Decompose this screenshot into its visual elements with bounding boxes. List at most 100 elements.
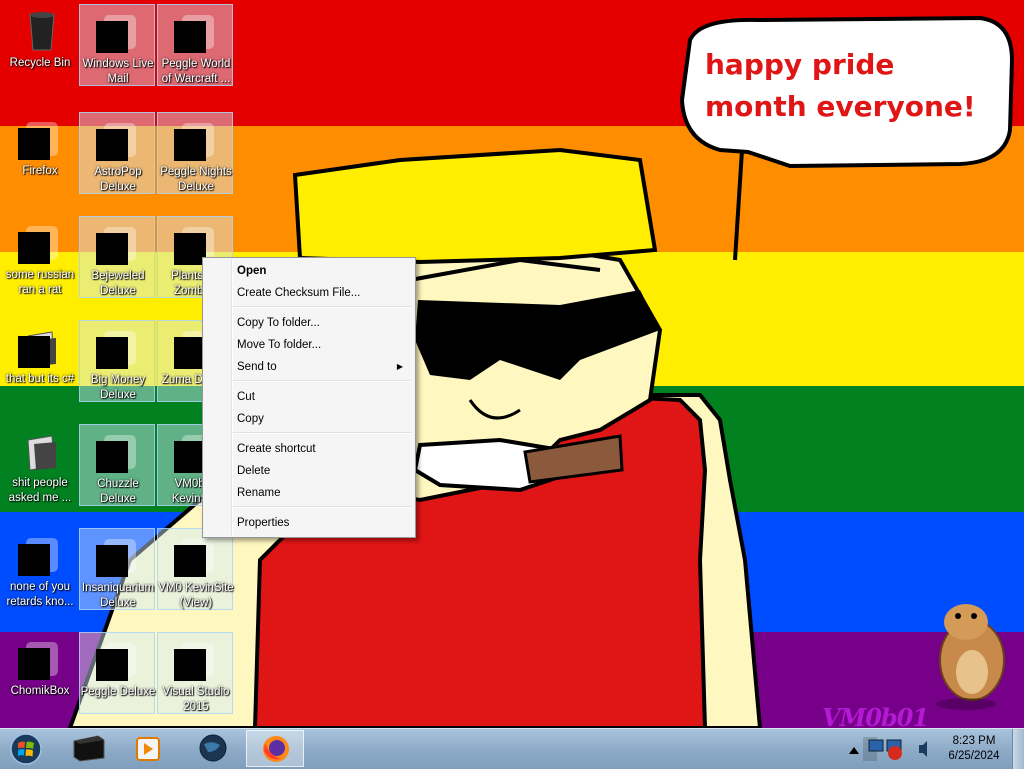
desktop-icon[interactable]: Firefox: [2, 112, 78, 194]
desktop-icon[interactable]: VM0 KevinSite (View): [157, 528, 234, 610]
taskbar-globe[interactable]: [184, 730, 242, 767]
redaction-box: [174, 545, 206, 577]
redaction-box: [96, 441, 128, 473]
redaction-box: [18, 336, 50, 368]
menu-item-label: Copy: [237, 413, 264, 425]
menu-item-create-checksum-file[interactable]: Create Checksum File...: [205, 282, 411, 304]
desktop-icon-label: shit people asked me ...: [8, 477, 72, 504]
menu-item-open[interactable]: Open: [205, 260, 411, 282]
menu-item-label: Cut: [237, 391, 255, 403]
redaction-box: [96, 129, 128, 161]
show-desktop-button[interactable]: [1012, 729, 1024, 769]
menu-item-properties[interactable]: Properties: [205, 512, 411, 534]
desktop-icon-label: Firefox: [22, 165, 58, 177]
desktop-icon[interactable]: Insaniquarium Deluxe: [79, 528, 155, 610]
menu-item-move-to-folder[interactable]: Move To folder...: [205, 334, 411, 356]
redaction-box: [174, 649, 206, 681]
desktop-icon[interactable]: that but its c#: [2, 320, 78, 402]
menu-separator: [233, 306, 411, 308]
desktop-icon-label: Chuzzle Deluxe: [97, 478, 139, 505]
menu-item-label: Rename: [237, 487, 281, 499]
desktop-icon[interactable]: Windows Live Mail: [79, 4, 155, 86]
taskbar-firefox[interactable]: [246, 730, 304, 767]
character-hat: [292, 147, 658, 265]
volume-icon: [919, 741, 927, 757]
folder-icon: [20, 430, 64, 472]
media-player-icon: [136, 737, 160, 761]
menu-item-create-shortcut[interactable]: Create shortcut: [205, 438, 411, 460]
context-menu: Open Create Checksum File... Copy To folde…: [202, 257, 416, 538]
menu-item-label: Open: [237, 265, 267, 277]
menu-item-label: Move To folder...: [237, 339, 322, 351]
menu-item-send-to[interactable]: Send to ▶: [205, 356, 411, 378]
submenu-arrow-icon: ▶: [396, 362, 403, 371]
menu-item-label: Send to: [237, 361, 277, 373]
tray-icons: [849, 737, 927, 761]
desktop-icon-label: Big Money Deluxe: [90, 374, 146, 401]
menu-item-cut[interactable]: Cut: [205, 386, 411, 408]
desktop-icon-label: none of you retards kno...: [6, 581, 74, 608]
desktop-icon[interactable]: Big Money Deluxe: [79, 320, 155, 402]
menu-item-label: Delete: [237, 465, 271, 477]
desktop-icon-label: Peggle Deluxe: [80, 686, 156, 698]
desktop-icon-label: Recycle Bin: [9, 57, 71, 69]
desktop-icon[interactable]: some russian ran a rat: [2, 216, 78, 298]
desktop-icon-label: Windows Live Mail: [82, 58, 154, 85]
speech-bubble-text: happy pride month everyone!: [705, 48, 976, 123]
menu-separator: [233, 380, 411, 382]
desktop-icon[interactable]: Visual Studio 2015: [157, 632, 233, 714]
redaction-box: [18, 232, 50, 264]
desktop-icon[interactable]: Chuzzle Deluxe: [79, 424, 155, 506]
desktop-icon-label: Insaniquarium Deluxe: [81, 582, 155, 609]
desktop-icon-label: Peggle World of Warcraft ...: [161, 58, 231, 85]
taskbar-command-prompt[interactable]: [60, 730, 118, 767]
desktop-icon[interactable]: Bejeweled Deluxe: [79, 216, 155, 298]
desktop-icon-label: ChomikBox: [10, 685, 70, 697]
desktop-icon-label: that but its c#: [5, 373, 75, 385]
globe-icon: [199, 734, 227, 762]
clock-time: 8:23 PM: [952, 735, 996, 747]
redaction-box: [18, 648, 50, 680]
desktop-icon[interactable]: none of you retards kno...: [2, 528, 78, 610]
desktop-icon[interactable]: Recycle Bin: [2, 4, 78, 86]
clock-date: 6/25/2024: [948, 750, 1000, 762]
redaction-box: [96, 21, 128, 53]
redaction-box: [174, 129, 206, 161]
taskbar: 8:23 PM 6/25/2024: [0, 728, 1024, 769]
menu-item-label: Properties: [237, 517, 290, 529]
menu-item-copy[interactable]: Copy: [205, 408, 411, 430]
menu-item-delete[interactable]: Delete: [205, 460, 411, 482]
recycle-bin-icon: [20, 10, 64, 52]
menu-separator: [233, 506, 411, 508]
redaction-box: [96, 337, 128, 369]
menu-item-copy-to-folder[interactable]: Copy To folder...: [205, 312, 411, 334]
desktop-icon[interactable]: ChomikBox: [2, 632, 78, 714]
taskbar-clock[interactable]: 8:23 PM 6/25/2024: [934, 734, 1014, 764]
desktop-icon[interactable]: Peggle Deluxe: [79, 632, 155, 714]
command-prompt-icon: [73, 735, 105, 762]
menu-item-label: Create Checksum File...: [237, 287, 361, 299]
desktop-icon-label: Visual Studio 2015: [162, 686, 230, 713]
desktop-icon[interactable]: Peggle World of Warcraft ...: [157, 4, 233, 86]
artist-signature: VM0b01: [822, 703, 929, 728]
redaction-box: [18, 128, 50, 160]
menu-separator: [233, 432, 411, 434]
firefox-icon: [263, 736, 289, 762]
menu-item-label: Copy To folder...: [237, 317, 320, 329]
redaction-box: [96, 233, 128, 265]
redaction-box: [96, 649, 128, 681]
desktop-icon-label: AstroPop Deluxe: [94, 166, 142, 193]
desktop-icon-label: Bejeweled Deluxe: [91, 270, 145, 297]
desktop-icon[interactable]: Peggle Nights Deluxe: [157, 112, 233, 194]
windows-orb-icon: [10, 733, 42, 765]
menu-item-rename[interactable]: Rename: [205, 482, 411, 504]
menu-item-label: Create shortcut: [237, 443, 316, 455]
redaction-box: [174, 21, 206, 53]
show-hidden-icons-icon: [849, 747, 859, 754]
desktop-icon-label: Peggle Nights Deluxe: [160, 166, 232, 193]
desktop-icon[interactable]: shit people asked me ...: [2, 424, 78, 506]
desktop-icon[interactable]: AstroPop Deluxe: [79, 112, 155, 194]
hamster-image: [936, 604, 1005, 710]
start-button[interactable]: [6, 731, 46, 767]
taskbar-media-player[interactable]: [120, 730, 178, 767]
